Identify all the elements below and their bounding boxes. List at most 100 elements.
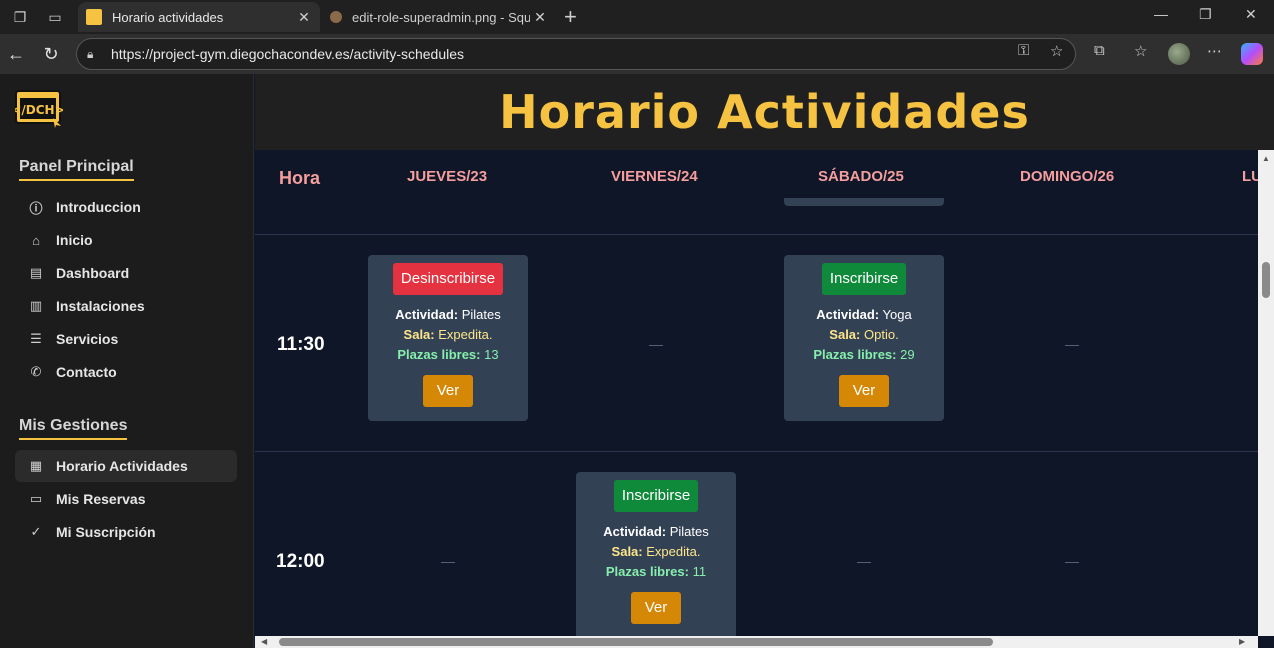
more-options-icon[interactable]: ⋯ — [1207, 42, 1222, 60]
room-value: Optio. — [864, 327, 899, 342]
address-toolbar: ← ↻ 🔒︎ https://project-gym.diegochaconde… — [0, 34, 1274, 74]
sidebar-item-contacto[interactable]: ✆ Contacto — [15, 356, 237, 388]
page-header: Horario Actividades — [255, 74, 1274, 150]
activity-value: Pilates — [461, 307, 501, 322]
sidebar-item-introduccion[interactable]: ⓘ Introduccion — [15, 191, 237, 223]
tab-squoosh[interactable]: edit-role-superadmin.png - Squoo ✕ — [322, 2, 556, 32]
site-favicon-icon — [86, 9, 102, 25]
empty-slot: — — [1065, 553, 1079, 569]
section-panel-principal: Panel Principal — [19, 158, 134, 181]
vertical-scrollbar[interactable]: ▲ — [1258, 150, 1274, 636]
room-label: Sala: — [611, 544, 643, 559]
horizontal-scrollbar[interactable]: ◀ ▶ — [255, 636, 1258, 648]
phone-icon: ✆ — [30, 364, 42, 379]
restore-icon[interactable]: ❐ — [1199, 6, 1212, 23]
sidebar-item-inicio[interactable]: ⌂ Inicio — [15, 224, 237, 256]
lock-icon: 🔒︎ — [87, 47, 94, 61]
activity-value: Pilates — [669, 524, 709, 539]
sidebar-item-label: Servicios — [56, 331, 119, 347]
view-button[interactable]: Ver — [631, 592, 681, 624]
sidebar-item-mis-reservas[interactable]: ▭ Mis Reservas — [15, 483, 237, 515]
browser-tab-bar: ❐ ▭ Horario actividades ✕ edit-role-supe… — [0, 0, 1274, 34]
logo-icon[interactable]: </DCH> — [15, 90, 63, 128]
empty-slot: — — [649, 336, 663, 352]
back-icon[interactable]: ← — [4, 42, 28, 66]
scroll-up-icon[interactable]: ▲ — [1262, 154, 1270, 163]
horizontal-scroll-thumb[interactable] — [279, 638, 993, 646]
extensions-icon[interactable]: ⧉ — [1094, 42, 1105, 59]
close-tab-icon[interactable]: ✕ — [294, 9, 314, 26]
squoosh-favicon-icon — [330, 11, 342, 23]
url-text: https://project-gym.diegochacondev.es/ac… — [111, 46, 465, 62]
info-icon: ⓘ — [29, 200, 43, 216]
logo-text: </DCH> — [15, 103, 63, 117]
slots-label: Plazas libres: — [605, 564, 689, 579]
time-label: 12:00 — [276, 551, 325, 572]
close-tab-icon[interactable]: ✕ — [530, 9, 550, 26]
key-icon[interactable]: ⚿ — [1018, 42, 1029, 59]
sidebar-item-label: Inicio — [56, 232, 93, 248]
sidebar-item-mi-suscripcion[interactable]: ✓ Mi Suscripción — [15, 516, 237, 548]
view-button[interactable]: Ver — [423, 375, 473, 407]
dashboard-icon: ▤ — [29, 265, 43, 280]
scroll-left-icon[interactable]: ◀ — [261, 637, 267, 646]
column-header-jueves: JUEVES/23 — [407, 168, 488, 185]
building-icon: ▥ — [29, 298, 43, 313]
close-window-icon[interactable]: ✕ — [1245, 6, 1257, 23]
favorites-icon[interactable]: ☆ — [1134, 42, 1147, 60]
tab-title: Horario actividades — [112, 9, 224, 25]
empty-slot: — — [857, 553, 871, 569]
refresh-icon[interactable]: ↻ — [39, 42, 63, 66]
tab-actions-icon[interactable]: ▭ — [45, 7, 65, 27]
unsubscribe-button[interactable]: Desinscribirse — [392, 263, 504, 295]
room-value: Expedita. — [646, 544, 701, 559]
activity-label: Actividad: — [603, 524, 667, 539]
activity-line: Actividad: Yoga — [784, 305, 944, 325]
sidebar: </DCH> Panel Principal ⓘ Introduccion ⌂ … — [0, 74, 254, 648]
vertical-scroll-thumb[interactable] — [1262, 262, 1270, 298]
sidebar-item-label: Dashboard — [56, 265, 130, 281]
new-tab-icon[interactable]: + — [564, 4, 577, 30]
sidebar-item-instalaciones[interactable]: ▥ Instalaciones — [15, 290, 237, 322]
sidebar-item-label: Mi Suscripción — [56, 524, 156, 540]
sidebar-item-servicios[interactable]: ☰ Servicios — [15, 323, 237, 355]
activity-value: Yoga — [882, 307, 912, 322]
sidebar-item-horario-actividades[interactable]: ▦ Horario Actividades — [15, 450, 237, 482]
slots-value: 13 — [484, 347, 499, 362]
slots-value: 11 — [692, 564, 707, 579]
ticket-icon: ▭ — [29, 491, 43, 506]
sidebar-item-dashboard[interactable]: ▤ Dashboard — [15, 257, 237, 289]
copilot-icon[interactable] — [1241, 43, 1263, 65]
empty-slot: — — [441, 553, 455, 569]
favorite-star-icon[interactable]: ☆ — [1050, 42, 1063, 60]
activity-line: Actividad: Pilates — [368, 305, 528, 325]
slots-value: 29 — [900, 347, 915, 362]
section-mis-gestiones: Mis Gestiones — [19, 417, 128, 440]
slots-line: Plazas libres: 11 — [576, 562, 736, 582]
column-header-hora: Hora — [279, 168, 321, 188]
subscribe-button[interactable]: Inscribirse — [613, 480, 699, 512]
sidebar-item-label: Introduccion — [56, 199, 141, 215]
workspaces-icon[interactable]: ❐ — [10, 7, 30, 27]
view-button[interactable]: Ver — [839, 375, 889, 407]
scroll-right-icon[interactable]: ▶ — [1239, 637, 1245, 646]
activity-card: Inscribirse Actividad: Yoga Sala: Optio.… — [784, 255, 944, 421]
sidebar-item-label: Instalaciones — [56, 298, 145, 314]
minimize-icon[interactable]: — — [1154, 6, 1168, 22]
time-label: 11:30 — [277, 334, 325, 355]
calendar-icon: ▦ — [29, 458, 43, 473]
sidebar-item-label: Mis Reservas — [56, 491, 146, 507]
activity-label: Actividad: — [395, 307, 459, 322]
url-input[interactable]: 🔒︎ https://project-gym.diegochacondev.es… — [76, 38, 1076, 70]
column-header-domingo: DOMINGO/26 — [1020, 168, 1115, 185]
activity-label: Actividad: — [816, 307, 880, 322]
card-partial-above — [784, 198, 944, 206]
subscribe-button[interactable]: Inscribirse — [821, 263, 907, 295]
profile-avatar[interactable] — [1168, 43, 1190, 65]
main-content: Horario Actividades Hora JUEVES/23 VIERN… — [255, 74, 1274, 648]
room-label: Sala: — [829, 327, 861, 342]
slots-label: Plazas libres: — [397, 347, 481, 362]
sidebar-item-label: Horario Actividades — [56, 458, 188, 474]
tab-horario-actividades[interactable]: Horario actividades ✕ — [78, 2, 320, 32]
column-header-viernes: VIERNES/24 — [611, 168, 698, 185]
